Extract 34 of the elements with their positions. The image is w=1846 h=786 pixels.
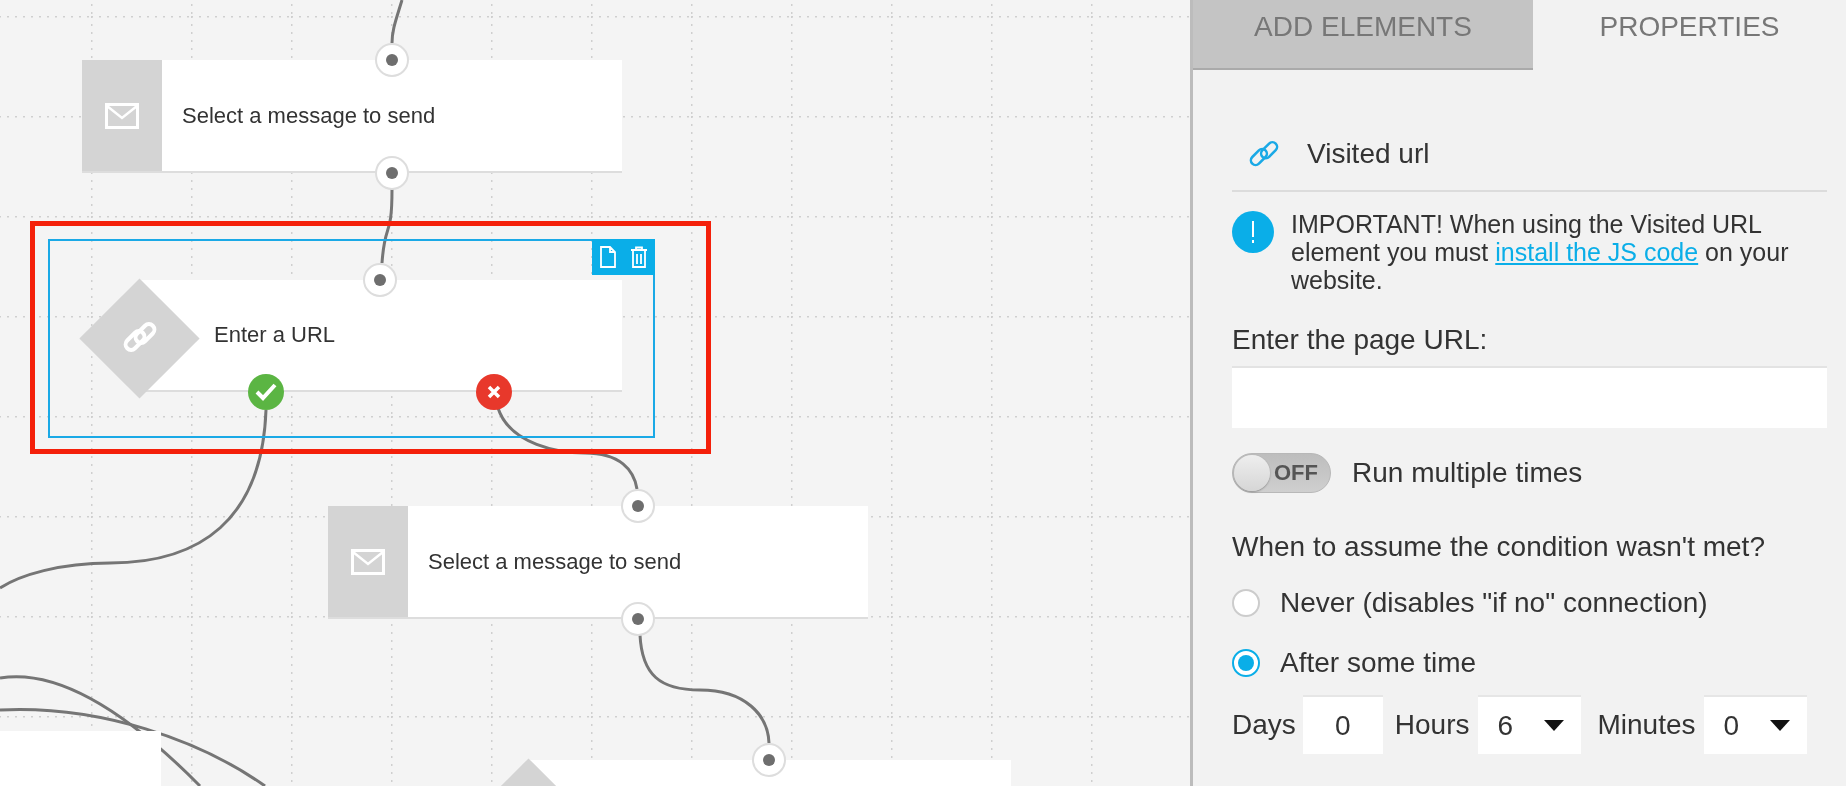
radio-button[interactable] [1232,589,1260,617]
toggle-switch[interactable]: OFF [1232,453,1331,493]
connector-line [390,0,404,44]
envelope-icon [105,102,139,129]
minutes-select[interactable]: 0 [1703,695,1807,754]
envelope-icon [351,548,385,575]
alert-icon [1232,211,1274,253]
close-icon [487,385,501,399]
option-label: Never (disables "if no" connection) [1280,587,1708,619]
copy-icon[interactable] [598,246,617,268]
url-input-field[interactable] [1232,366,1827,428]
message-node[interactable]: Select a message to send [328,506,868,619]
hours-select[interactable]: 6 [1477,695,1581,754]
minutes-label: Minutes [1597,708,1696,741]
days-input-field[interactable]: 0 [1302,695,1383,754]
node-label: Select a message to send [182,102,436,129]
element-title: Visited url [1307,138,1430,170]
caret-icon [1543,720,1564,731]
check-icon [255,383,277,401]
trash-icon[interactable] [630,246,649,268]
hours-label: Hours [1394,708,1470,741]
notice-text: IMPORTANT! When using the Visited URL element you must install the JS code on your website. [1291,210,1790,294]
days-label: Days [1232,708,1296,741]
option-label: After some time [1280,647,1477,679]
condition-node[interactable]: Enter a URL [140,280,622,392]
node-label: Enter a URL [214,322,336,348]
message-node[interactable]: Select a message to send [82,60,622,173]
radio-button[interactable] [1232,649,1260,677]
panel-tab[interactable]: PROPERTIES [1533,0,1846,70]
field-label: Enter the page URL: [1232,324,1488,356]
question-text: When to assume the condition wasn't met? [1232,531,1765,563]
toggle-label: Run multiple times [1352,457,1583,489]
node-label: Select a message to send [428,548,682,575]
caret-icon [1769,720,1790,731]
